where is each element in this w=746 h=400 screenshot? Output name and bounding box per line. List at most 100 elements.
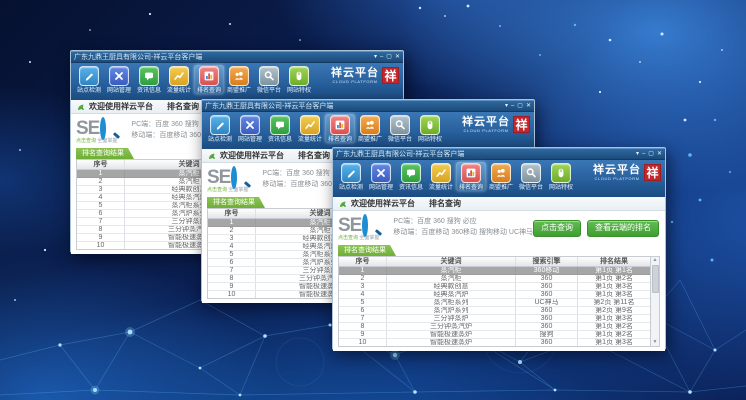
toolbar-item-site-privilege[interactable]: 网站特权 bbox=[415, 114, 445, 143]
cell-engine: 搜狗 bbox=[516, 331, 578, 338]
cell-engine: 360 bbox=[516, 275, 578, 282]
tools-icon bbox=[371, 163, 391, 183]
scroll-up-icon[interactable]: ▲ bbox=[653, 257, 658, 264]
main-toolbar: 站点检测 网站管理 资讯信息 流量统计 排名查询 bbox=[71, 63, 403, 100]
scrollbar-thumb[interactable] bbox=[652, 265, 659, 293]
table-row[interactable]: 3 经典款创意 360 第1页 第3名 bbox=[339, 283, 650, 291]
toolbar-item-rank-query[interactable]: 排名查询 bbox=[325, 114, 355, 143]
toolbar-item-site-privilege[interactable]: 网站特权 bbox=[546, 162, 576, 191]
chat-icon bbox=[401, 163, 421, 183]
toolbar-item-wechat-platform[interactable]: 微信平台 bbox=[385, 114, 415, 143]
col-header-rank: 排名结果 bbox=[578, 257, 650, 266]
toolbar-item-traffic-stats[interactable]: 流量统计 bbox=[295, 114, 325, 143]
toolbar-item-site-check[interactable]: 站点检测 bbox=[336, 162, 366, 191]
toolbar-item-wechat-platform[interactable]: 微信平台 bbox=[516, 162, 546, 191]
breadcrumb-page: 排名查询 bbox=[167, 103, 199, 111]
window-titlebar[interactable]: 广东九鼎王厨具有限公司-祥云平台客户端 ▾ – ▢ ✕ bbox=[333, 148, 665, 160]
breadcrumb: 欢迎使用祥云平台 排名查询 bbox=[333, 197, 665, 211]
cell-engine: 360移动 bbox=[516, 267, 578, 274]
cell-rank: 第1页 第2名 bbox=[578, 323, 650, 330]
toolbar-item-traffic-stats[interactable]: 流量统计 bbox=[164, 65, 194, 94]
toolbar-item-site-check[interactable]: 站点检测 bbox=[205, 114, 235, 143]
cell-index: 5 bbox=[77, 202, 125, 209]
brand-block: 祥云平台 CLOUD PLATFORM 祥 bbox=[331, 65, 400, 84]
cell-index: 7 bbox=[208, 267, 256, 274]
table-row[interactable]: 4 经典蒸汽炉 360 第1页 第3名 bbox=[339, 291, 650, 299]
table-row[interactable]: 8 三分钟蒸汽炉 360 第1页 第2名 bbox=[339, 323, 650, 331]
cell-index: 5 bbox=[339, 299, 387, 306]
chat-icon bbox=[270, 115, 290, 135]
toolbar-item-site-manage[interactable]: 网站管理 bbox=[235, 114, 265, 143]
table-row[interactable]: 9 智能极速蒸炉 搜狗 第1页 第2名 bbox=[339, 331, 650, 339]
minimize-icon[interactable]: – bbox=[511, 103, 514, 109]
tab-rank-result[interactable]: 排名查询结果 bbox=[338, 245, 396, 256]
seo-tagline: 点击查询 全面掌握 bbox=[338, 236, 379, 241]
table-row[interactable]: 10 智能极速蒸炉 360 第1页 第3名 bbox=[339, 339, 650, 346]
window-titlebar[interactable]: 广东九鼎王厨具有限公司-祥云平台客户端 ▾ – ▢ ✕ bbox=[202, 100, 534, 112]
toolbar-item-rank-query[interactable]: 排名查询 bbox=[456, 162, 486, 191]
chat-icon bbox=[139, 66, 159, 86]
breadcrumb-welcome: 欢迎使用祥云平台 bbox=[351, 200, 415, 208]
toolbar-item-news-info[interactable]: 资讯信息 bbox=[396, 162, 426, 191]
toolbar-item-site-manage[interactable]: 网站管理 bbox=[366, 162, 396, 191]
app-window-front: 广东九鼎王厨具有限公司-祥云平台客户端 ▾ – ▢ ✕ 站点检测 网站管理 资讯… bbox=[332, 147, 666, 350]
close-icon[interactable]: ✕ bbox=[657, 151, 662, 157]
cell-engine: 360 bbox=[516, 315, 578, 322]
maximize-icon[interactable]: ▢ bbox=[648, 151, 654, 157]
toolbar-item-news-info[interactable]: 资讯信息 bbox=[265, 114, 295, 143]
query-button[interactable]: 点击查询 bbox=[533, 220, 581, 237]
table-row[interactable]: 2 蒸汽柜 360 第1页 第2名 bbox=[339, 275, 650, 283]
cell-keyword: 经典蒸汽炉 bbox=[387, 291, 516, 298]
tools-icon bbox=[109, 66, 129, 86]
close-icon[interactable]: ✕ bbox=[526, 103, 531, 109]
cell-index: 7 bbox=[77, 218, 125, 225]
maximize-icon[interactable]: ▢ bbox=[386, 54, 392, 60]
cell-engine: 360 bbox=[516, 307, 578, 314]
result-tabstrip: 排名查询结果 bbox=[338, 245, 660, 256]
cell-index: 6 bbox=[339, 307, 387, 314]
toolbar-item-rank-query[interactable]: 排名查询 bbox=[194, 65, 224, 94]
table-row[interactable]: 7 三分钟蒸炉 360 第1页 第3名 bbox=[339, 315, 650, 323]
sprout-icon bbox=[77, 102, 85, 111]
col-header-keyword: 关键词 bbox=[387, 257, 516, 266]
cell-index: 10 bbox=[339, 339, 387, 346]
tab-rank-result[interactable]: 排名查询结果 bbox=[207, 197, 265, 208]
scroll-down-icon[interactable]: ▼ bbox=[653, 339, 658, 346]
close-icon[interactable]: ✕ bbox=[395, 54, 400, 60]
toolbar-item-site-check[interactable]: 站点检测 bbox=[74, 65, 104, 94]
window-titlebar[interactable]: 广东九鼎王厨具有限公司-祥云平台客户端 ▾ – ▢ ✕ bbox=[71, 51, 403, 63]
tab-rank-result[interactable]: 排名查询结果 bbox=[76, 148, 134, 159]
table-row[interactable]: 5 蒸汽柜系列 UC神马 第2页 第11名 bbox=[339, 299, 650, 307]
skin-icon[interactable]: ▾ bbox=[636, 151, 639, 157]
skin-icon[interactable]: ▾ bbox=[374, 54, 377, 60]
toolbar-item-site-privilege[interactable]: 网站特权 bbox=[284, 65, 314, 94]
view-cloud-rank-button[interactable]: 查看云端的排名 bbox=[587, 220, 659, 237]
col-header-index: 序号 bbox=[339, 257, 387, 266]
toolbar-item-site-manage[interactable]: 网站管理 bbox=[104, 65, 134, 94]
window-title: 广东九鼎王厨具有限公司-祥云平台客户端 bbox=[336, 151, 464, 158]
cell-index: 8 bbox=[208, 275, 256, 282]
toolbar-item-union-promo[interactable]: 商盟推广 bbox=[486, 162, 516, 191]
toolbar-item-traffic-stats[interactable]: 流量统计 bbox=[426, 162, 456, 191]
minimize-icon[interactable]: – bbox=[380, 54, 383, 60]
brand-badge: 祥 bbox=[513, 116, 530, 133]
table-scrollbar[interactable]: ▲ ▼ bbox=[650, 257, 659, 346]
toolbar-item-wechat-platform[interactable]: 微信平台 bbox=[254, 65, 284, 94]
table-row[interactable]: 6 蒸汽炉系列 360 第2页 第9名 bbox=[339, 307, 650, 315]
table-row[interactable]: 1 蒸汽柜 360移动 第1页 第1名 bbox=[339, 267, 650, 275]
cell-index: 1 bbox=[77, 170, 125, 177]
minimize-icon[interactable]: – bbox=[642, 151, 645, 157]
toolbar-item-news-info[interactable]: 资讯信息 bbox=[134, 65, 164, 94]
toolbar-item-union-promo[interactable]: 商盟推广 bbox=[355, 114, 385, 143]
cell-index: 2 bbox=[208, 227, 256, 234]
cell-keyword: 三分钟蒸炉 bbox=[387, 315, 516, 322]
cell-rank: 第1页 第2名 bbox=[578, 331, 650, 338]
cell-index: 1 bbox=[208, 219, 256, 226]
skin-icon[interactable]: ▾ bbox=[505, 103, 508, 109]
toolbar-item-union-promo[interactable]: 商盟推广 bbox=[224, 65, 254, 94]
seo-logo: SE 点击查询 全面掌握 bbox=[338, 216, 379, 241]
magnifier-logo-icon bbox=[231, 169, 248, 186]
brand-badge: 祥 bbox=[382, 67, 399, 84]
breadcrumb-welcome: 欢迎使用祥云平台 bbox=[220, 152, 284, 160]
maximize-icon[interactable]: ▢ bbox=[517, 103, 523, 109]
